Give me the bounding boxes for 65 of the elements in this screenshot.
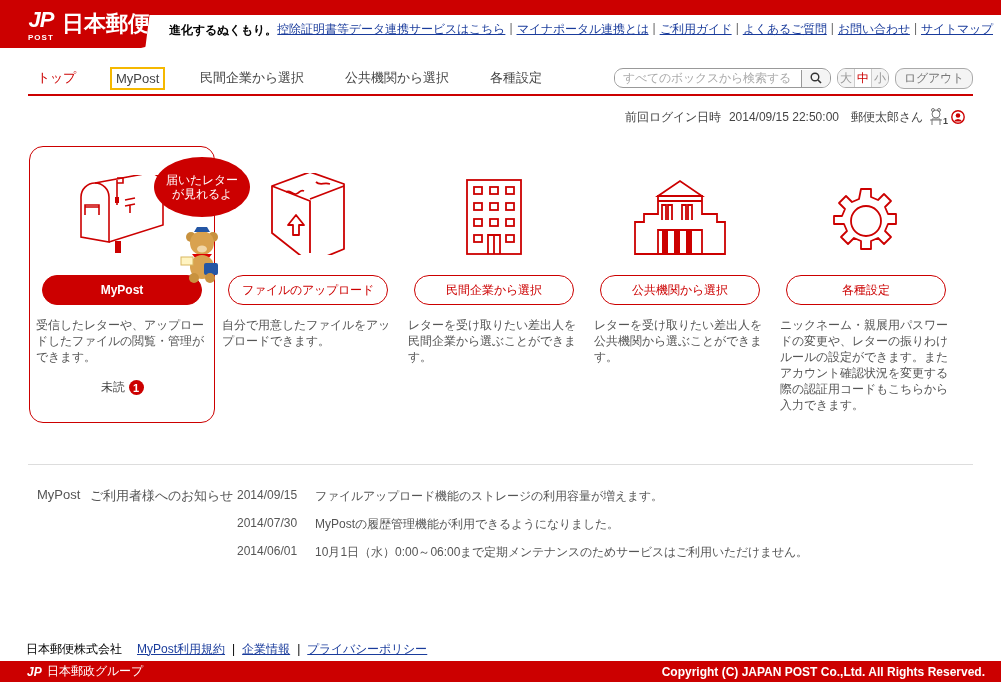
group-name: 日本郵政グループ xyxy=(46,663,143,680)
last-login-label: 前回ログイン日時 xyxy=(624,108,721,126)
nav-tab[interactable]: 各種設定 xyxy=(484,65,549,91)
link-separator: | xyxy=(830,20,834,37)
nav-tab[interactable]: MyPost xyxy=(110,66,166,90)
government-building-icon xyxy=(634,179,726,255)
notice-text: 10月1日（水）0:00～06:00まで定期メンテナンスのためサービスはご利用いただけません。 xyxy=(315,544,809,561)
footer-link[interactable]: 企業情報 xyxy=(242,640,291,658)
notification-count: 1 xyxy=(943,116,948,126)
link-separator: | xyxy=(297,642,301,656)
unread-label: 未読 xyxy=(100,379,125,396)
tagline: 進化するぬくもり。 xyxy=(169,21,278,39)
notice-date: 2014/07/30 xyxy=(237,516,298,532)
nav-tab[interactable]: 民間企業から選択 xyxy=(194,65,311,91)
notice-text: ファイルアップロード機能のストレージの利用容量が増えます。 xyxy=(315,488,664,505)
link-separator: | xyxy=(509,20,513,37)
nav-tab[interactable]: トップ xyxy=(31,65,82,91)
link-separator: | xyxy=(652,20,656,37)
link-separator: | xyxy=(232,642,236,656)
card-button[interactable]: 各種設定 xyxy=(786,275,946,305)
card-button[interactable]: 公共機関から選択 xyxy=(600,275,760,305)
notice-subtitle: ご利用者様へのお知らせ xyxy=(90,487,234,505)
logo-text: 日本郵便 xyxy=(61,10,150,38)
footer-logo-mark: JP xyxy=(27,664,42,679)
nav-tab[interactable]: 公共機関から選択 xyxy=(339,65,456,91)
header-link[interactable]: 控除証明書等データ連携サービスはこちら xyxy=(277,20,506,38)
user-icon[interactable] xyxy=(951,110,965,124)
header-link[interactable]: マイナポータル連携とは xyxy=(516,20,649,38)
card-button[interactable]: ファイルのアップロード xyxy=(228,275,388,305)
link-separator: | xyxy=(735,20,739,37)
footer-link[interactable]: MyPost利用規約 xyxy=(137,640,225,658)
unread-count-badge: 1 xyxy=(128,380,144,395)
notice-date: 2014/06/01 xyxy=(237,544,298,560)
card-description: 自分で用意したファイルをアップロードできます。 xyxy=(222,317,391,349)
last-login-datetime: 2014/09/15 22:50:00 xyxy=(728,110,839,124)
card-button[interactable]: MyPost xyxy=(42,275,202,305)
card-description: 受信したレターや、アップロードしたファイルの閲覧・管理ができます。 xyxy=(36,317,205,365)
link-separator: | xyxy=(913,20,917,37)
footer-link[interactable]: プライバシーポリシー xyxy=(307,640,428,658)
logout-button[interactable]: ログアウト xyxy=(895,67,973,89)
search-icon xyxy=(810,72,822,84)
header-link[interactable]: サイトマップ xyxy=(921,20,993,38)
bubble-text: 届いたレター xyxy=(166,173,238,187)
copyright-text: Copyright (C) JAPAN POST Co.,Ltd. All Rights Reserved. xyxy=(661,664,985,679)
notice-date: 2014/09/15 xyxy=(237,488,298,504)
bubble-text: が見れるよ xyxy=(172,187,232,201)
logo-subtext: POST xyxy=(28,32,54,42)
card-description: レターを受け取りたい差出人を公共機関から選ぶことができます。 xyxy=(594,317,763,365)
header-link[interactable]: ご利用ガイド xyxy=(659,20,732,38)
font-size-button[interactable]: 中 xyxy=(854,69,871,87)
search-field[interactable]: すべてのボックスから検索する xyxy=(614,68,831,88)
header-link[interactable]: お問い合わせ xyxy=(837,20,910,38)
office-building-icon xyxy=(466,179,522,255)
card-description: レターを受け取りたい差出人を民間企業から選ぶことができます。 xyxy=(408,317,577,365)
header-link[interactable]: よくあるご質問 xyxy=(742,20,827,38)
card-description: ニックネーム・親展用パスワードの変更や、レターの振りわけルールの設定ができます。またアカウント確認状況を変更する際の認証用コードもこちらから入力できます。 xyxy=(780,317,949,413)
card-button[interactable]: 民間企業から選択 xyxy=(414,275,574,305)
notice-title: MyPost xyxy=(37,487,81,504)
mascot-icon xyxy=(929,108,943,126)
box-upload-icon xyxy=(270,173,346,255)
logo-mark: JP xyxy=(28,6,54,33)
notice-text: MyPostの履歴管理機能が利用できるようになりました。 xyxy=(315,516,620,533)
company-name: 日本郵便株式会社 xyxy=(26,640,122,658)
search-button[interactable] xyxy=(801,69,830,87)
user-name: 郵便太郎さん xyxy=(851,108,923,126)
